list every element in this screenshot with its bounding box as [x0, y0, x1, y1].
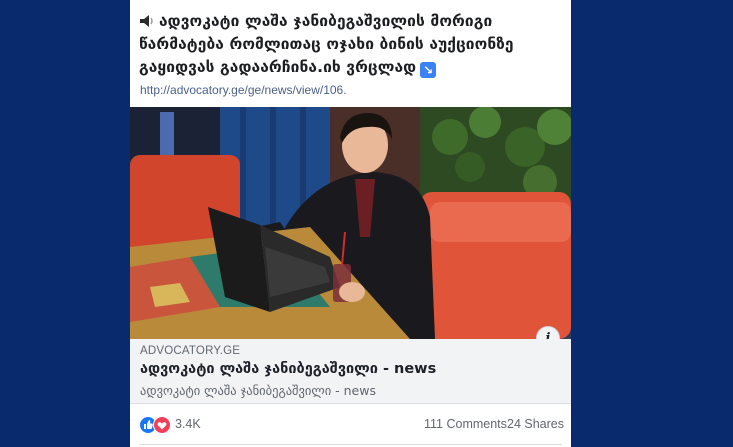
- comments-count[interactable]: 111 Comments: [424, 417, 507, 431]
- link-preview-image[interactable]: i: [130, 107, 571, 339]
- facebook-post-card: ადვოკატი ლაშა ჯანიბეგაშვილის მორიგი წარმ…: [130, 0, 571, 447]
- reaction-icons[interactable]: [139, 416, 173, 434]
- link-preview-box[interactable]: ADVOCATORY.GE ადვოკატი ლაშა ჯანიბეგაშვილ…: [130, 339, 571, 404]
- speaker-icon: [140, 15, 153, 27]
- link-description: ადვოკატი ლაშა ჯანიბეგაშვილი - news: [140, 383, 376, 398]
- post-text-block: ადვოკატი ლაშა ჯანიბეგაშვილის მორიგი წარმ…: [139, 10, 564, 79]
- arrow-down-right-icon: ↘: [420, 62, 437, 78]
- love-reaction-icon: [153, 416, 171, 434]
- reaction-count[interactable]: 3.4K: [175, 417, 201, 431]
- divider: [139, 444, 562, 445]
- link-domain: ADVOCATORY.GE: [140, 345, 241, 357]
- photo-scene: [130, 107, 571, 339]
- engagement-bar: 3.4K 111 Comments 24 Shares: [130, 404, 571, 446]
- post-message: ადვოკატი ლაშა ჯანიბეგაშვილის მორიგი წარმ…: [139, 12, 514, 76]
- link-title[interactable]: ადვოკატი ლაშა ჯანიბეგაშვილი - news: [140, 361, 436, 377]
- shares-count[interactable]: 24 Shares: [507, 417, 564, 431]
- post-url-link[interactable]: http://advocatory.ge/ge/news/view/106.: [140, 83, 347, 97]
